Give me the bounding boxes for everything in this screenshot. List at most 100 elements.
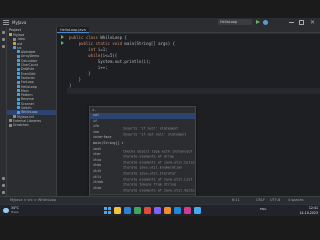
code-keyword: while — [88, 53, 101, 58]
windows-logo-pane — [107, 210, 111, 214]
code-text: main(String[] args) { — [124, 41, 175, 46]
java-class-icon — [17, 89, 20, 93]
folder-icon — [13, 114, 16, 118]
project-tree-item-label: Scratches — [13, 123, 29, 128]
java-class-icon — [17, 71, 20, 75]
breadcrumb[interactable]: MyJava > src > WhileLoop — [10, 197, 56, 204]
java-class-icon — [17, 102, 20, 106]
completion-list: val if ifnInserts 'if null' statement innIn… — [90, 113, 196, 193]
completion-item-label: itve — [93, 185, 102, 190]
windows-logo-pane — [104, 210, 107, 214]
code-text: } — [88, 71, 91, 76]
taskbar-app-icon[interactable] — [144, 207, 151, 214]
run-configuration-select[interactable]: HelloLoop — [218, 19, 252, 25]
java-class-icon — [17, 59, 20, 63]
project-name[interactable]: MyJava — [12, 20, 26, 25]
taskbar-app-icon[interactable] — [164, 207, 171, 214]
run-main-gutter-icon[interactable] — [61, 41, 64, 45]
weather-widget[interactable]: 34°C Haze — [3, 206, 43, 216]
run-icon[interactable] — [256, 20, 260, 24]
status-bar: MyJava > src > WhileLoop 6:11 CRLF UTF-8… — [0, 196, 320, 204]
taskbar-app-icon[interactable] — [194, 207, 201, 214]
code-text: i=1; — [97, 47, 108, 52]
terminal-tool-icon[interactable] — [2, 177, 5, 180]
taskbar-app-icon[interactable] — [174, 207, 181, 214]
taskbar-app-icon[interactable] — [184, 207, 191, 214]
tray-language[interactable]: ENG — [260, 207, 266, 211]
indent-setting[interactable]: 4 spaces — [288, 197, 303, 204]
code-keyword: public static void — [78, 41, 125, 46]
run-class-gutter-icon[interactable] — [61, 35, 64, 39]
taskbar-app-icon[interactable] — [124, 207, 131, 214]
project-tree-item[interactable]: Scratches — [7, 123, 56, 127]
java-class-icon — [17, 54, 20, 58]
java-class-icon — [17, 76, 20, 80]
code-text: } — [78, 77, 82, 82]
code-text: System.out.println(i); — [97, 59, 151, 64]
taskbar-app-icon[interactable] — [114, 207, 121, 214]
code-text: WhileLoop { — [100, 35, 127, 40]
hamburger-menu-icon[interactable] — [3, 20, 9, 25]
letterbox-bottom — [0, 216, 320, 240]
code-text: } — [69, 83, 72, 88]
java-class-icon — [17, 84, 20, 88]
windows-logo-pane — [107, 207, 111, 210]
java-class-icon — [17, 106, 20, 110]
project-tree: MyJava .idea out src Alphabet ArrayDemo Calcul… — [7, 33, 56, 128]
title-bar: MyJava HelloLoop ✕ — [0, 18, 320, 27]
project-panel: Project MyJava .idea out src Alphabet ArrayDe… — [7, 27, 57, 204]
java-class-icon — [17, 67, 20, 71]
close-icon[interactable]: ✕ — [310, 19, 315, 26]
line-separator[interactable]: CRLF — [256, 197, 265, 204]
code-line: } — [69, 83, 71, 89]
editor-gutter — [57, 34, 67, 196]
editor-tab-bar: HelloLoop.java — [57, 27, 320, 33]
code-keyword: int — [88, 47, 98, 52]
completion-item-description: Iterate elements of java.util.Vector — [123, 188, 196, 193]
caret-position[interactable]: 6:11 — [232, 197, 240, 204]
code-text: (i<=5){ — [100, 53, 118, 58]
java-class-icon — [17, 97, 20, 101]
folder-icon — [13, 37, 16, 41]
folder-icon — [9, 119, 12, 123]
weather-description: Haze — [11, 210, 19, 214]
git-tool-icon[interactable] — [2, 191, 5, 194]
windows-taskbar: 34°C Haze ENG 12:41 14-10-2023 — [0, 204, 320, 216]
letterbox-top — [0, 0, 320, 18]
java-class-icon — [17, 93, 20, 97]
structure-tool-icon[interactable] — [2, 45, 5, 48]
folder-icon — [9, 33, 12, 37]
system-clock[interactable]: 12:41 14-10-2023 — [294, 206, 318, 216]
code-keyword: public class — [69, 35, 101, 40]
commit-tool-icon[interactable] — [2, 38, 5, 41]
maximize-icon[interactable] — [299, 20, 304, 25]
problems-tool-icon[interactable] — [2, 184, 5, 187]
clock-date: 14-10-2023 — [299, 210, 318, 215]
start-button[interactable] — [104, 207, 111, 214]
tool-window-strip — [0, 27, 7, 204]
taskbar-app-icon[interactable] — [134, 207, 141, 214]
tab-hello-loop[interactable]: HelloLoop.java — [57, 27, 89, 33]
project-tool-icon[interactable] — [2, 31, 5, 34]
current-line-highlight — [67, 88, 320, 94]
completion-popup: i. val if ifnInserts 'if null' statement in… — [89, 106, 196, 201]
file-encoding[interactable]: UTF-8 — [270, 197, 280, 204]
code-text: i++; — [97, 65, 108, 70]
taskbar-app-icon[interactable] — [154, 207, 161, 214]
folder-icon — [9, 123, 12, 127]
cloud-icon — [3, 208, 9, 213]
java-class-icon — [17, 110, 20, 114]
minimize-icon[interactable] — [289, 22, 294, 23]
completion-item[interactable]: itve Iterate elements of java.util.Vector — [90, 185, 196, 193]
debug-icon[interactable] — [263, 20, 268, 25]
java-class-icon — [17, 80, 20, 84]
windows-logo-pane — [104, 207, 107, 210]
folder-icon — [13, 41, 16, 45]
